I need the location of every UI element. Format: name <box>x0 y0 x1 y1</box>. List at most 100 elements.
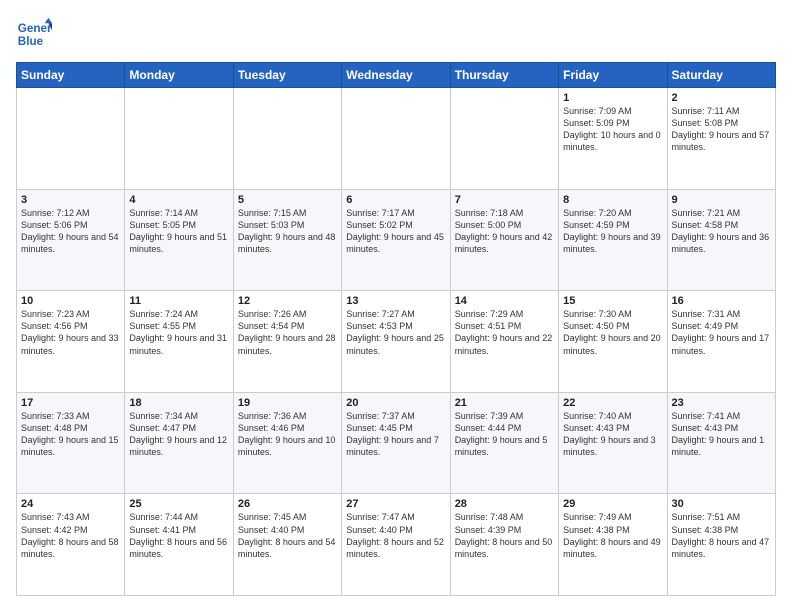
calendar-cell: 21Sunrise: 7:39 AM Sunset: 4:44 PM Dayli… <box>450 392 558 494</box>
calendar-cell: 24Sunrise: 7:43 AM Sunset: 4:42 PM Dayli… <box>17 494 125 596</box>
day-info: Sunrise: 7:31 AM Sunset: 4:49 PM Dayligh… <box>672 308 771 357</box>
day-info: Sunrise: 7:17 AM Sunset: 5:02 PM Dayligh… <box>346 207 445 256</box>
calendar-cell: 14Sunrise: 7:29 AM Sunset: 4:51 PM Dayli… <box>450 291 558 393</box>
day-number: 1 <box>563 92 662 104</box>
day-info: Sunrise: 7:11 AM Sunset: 5:08 PM Dayligh… <box>672 105 771 154</box>
day-info: Sunrise: 7:48 AM Sunset: 4:39 PM Dayligh… <box>455 511 554 560</box>
day-info: Sunrise: 7:21 AM Sunset: 4:58 PM Dayligh… <box>672 207 771 256</box>
calendar-cell <box>450 88 558 190</box>
day-number: 16 <box>672 295 771 307</box>
day-info: Sunrise: 7:39 AM Sunset: 4:44 PM Dayligh… <box>455 410 554 459</box>
calendar-header-thursday: Thursday <box>450 63 558 88</box>
day-number: 29 <box>563 498 662 510</box>
calendar-cell: 28Sunrise: 7:48 AM Sunset: 4:39 PM Dayli… <box>450 494 558 596</box>
day-number: 24 <box>21 498 120 510</box>
svg-text:Blue: Blue <box>18 35 44 48</box>
day-number: 9 <box>672 194 771 206</box>
logo: General Blue <box>16 16 56 52</box>
calendar-week-1: 3Sunrise: 7:12 AM Sunset: 5:06 PM Daylig… <box>17 189 776 291</box>
day-number: 15 <box>563 295 662 307</box>
day-number: 12 <box>238 295 337 307</box>
day-info: Sunrise: 7:12 AM Sunset: 5:06 PM Dayligh… <box>21 207 120 256</box>
svg-text:General: General <box>18 22 52 35</box>
calendar-cell: 15Sunrise: 7:30 AM Sunset: 4:50 PM Dayli… <box>559 291 667 393</box>
day-info: Sunrise: 7:51 AM Sunset: 4:38 PM Dayligh… <box>672 511 771 560</box>
day-number: 27 <box>346 498 445 510</box>
day-number: 10 <box>21 295 120 307</box>
day-info: Sunrise: 7:36 AM Sunset: 4:46 PM Dayligh… <box>238 410 337 459</box>
day-info: Sunrise: 7:18 AM Sunset: 5:00 PM Dayligh… <box>455 207 554 256</box>
day-number: 4 <box>129 194 228 206</box>
calendar-cell <box>17 88 125 190</box>
calendar-cell: 9Sunrise: 7:21 AM Sunset: 4:58 PM Daylig… <box>667 189 775 291</box>
day-number: 2 <box>672 92 771 104</box>
calendar-cell: 16Sunrise: 7:31 AM Sunset: 4:49 PM Dayli… <box>667 291 775 393</box>
calendar-cell: 25Sunrise: 7:44 AM Sunset: 4:41 PM Dayli… <box>125 494 233 596</box>
page: General Blue SundayMondayTuesdayWednesda… <box>0 0 792 612</box>
day-info: Sunrise: 7:14 AM Sunset: 5:05 PM Dayligh… <box>129 207 228 256</box>
day-info: Sunrise: 7:33 AM Sunset: 4:48 PM Dayligh… <box>21 410 120 459</box>
day-info: Sunrise: 7:37 AM Sunset: 4:45 PM Dayligh… <box>346 410 445 459</box>
day-number: 14 <box>455 295 554 307</box>
calendar-header-sunday: Sunday <box>17 63 125 88</box>
calendar-cell: 5Sunrise: 7:15 AM Sunset: 5:03 PM Daylig… <box>233 189 341 291</box>
day-info: Sunrise: 7:23 AM Sunset: 4:56 PM Dayligh… <box>21 308 120 357</box>
day-info: Sunrise: 7:47 AM Sunset: 4:40 PM Dayligh… <box>346 511 445 560</box>
day-info: Sunrise: 7:44 AM Sunset: 4:41 PM Dayligh… <box>129 511 228 560</box>
calendar-cell <box>125 88 233 190</box>
day-number: 30 <box>672 498 771 510</box>
calendar: SundayMondayTuesdayWednesdayThursdayFrid… <box>16 62 776 596</box>
calendar-cell: 10Sunrise: 7:23 AM Sunset: 4:56 PM Dayli… <box>17 291 125 393</box>
calendar-cell: 11Sunrise: 7:24 AM Sunset: 4:55 PM Dayli… <box>125 291 233 393</box>
calendar-header-row: SundayMondayTuesdayWednesdayThursdayFrid… <box>17 63 776 88</box>
day-number: 7 <box>455 194 554 206</box>
calendar-cell: 29Sunrise: 7:49 AM Sunset: 4:38 PM Dayli… <box>559 494 667 596</box>
calendar-cell: 4Sunrise: 7:14 AM Sunset: 5:05 PM Daylig… <box>125 189 233 291</box>
calendar-cell: 2Sunrise: 7:11 AM Sunset: 5:08 PM Daylig… <box>667 88 775 190</box>
day-info: Sunrise: 7:45 AM Sunset: 4:40 PM Dayligh… <box>238 511 337 560</box>
day-number: 25 <box>129 498 228 510</box>
day-info: Sunrise: 7:27 AM Sunset: 4:53 PM Dayligh… <box>346 308 445 357</box>
calendar-header-saturday: Saturday <box>667 63 775 88</box>
calendar-header-wednesday: Wednesday <box>342 63 450 88</box>
calendar-cell: 18Sunrise: 7:34 AM Sunset: 4:47 PM Dayli… <box>125 392 233 494</box>
calendar-cell: 27Sunrise: 7:47 AM Sunset: 4:40 PM Dayli… <box>342 494 450 596</box>
day-number: 18 <box>129 397 228 409</box>
day-info: Sunrise: 7:43 AM Sunset: 4:42 PM Dayligh… <box>21 511 120 560</box>
calendar-cell: 20Sunrise: 7:37 AM Sunset: 4:45 PM Dayli… <box>342 392 450 494</box>
calendar-cell: 13Sunrise: 7:27 AM Sunset: 4:53 PM Dayli… <box>342 291 450 393</box>
header: General Blue <box>16 16 776 52</box>
calendar-cell: 7Sunrise: 7:18 AM Sunset: 5:00 PM Daylig… <box>450 189 558 291</box>
calendar-cell: 23Sunrise: 7:41 AM Sunset: 4:43 PM Dayli… <box>667 392 775 494</box>
day-info: Sunrise: 7:29 AM Sunset: 4:51 PM Dayligh… <box>455 308 554 357</box>
calendar-cell: 6Sunrise: 7:17 AM Sunset: 5:02 PM Daylig… <box>342 189 450 291</box>
calendar-cell: 3Sunrise: 7:12 AM Sunset: 5:06 PM Daylig… <box>17 189 125 291</box>
calendar-week-3: 17Sunrise: 7:33 AM Sunset: 4:48 PM Dayli… <box>17 392 776 494</box>
day-info: Sunrise: 7:34 AM Sunset: 4:47 PM Dayligh… <box>129 410 228 459</box>
day-number: 8 <box>563 194 662 206</box>
calendar-cell <box>342 88 450 190</box>
day-number: 13 <box>346 295 445 307</box>
day-number: 20 <box>346 397 445 409</box>
day-info: Sunrise: 7:40 AM Sunset: 4:43 PM Dayligh… <box>563 410 662 459</box>
day-info: Sunrise: 7:15 AM Sunset: 5:03 PM Dayligh… <box>238 207 337 256</box>
day-info: Sunrise: 7:09 AM Sunset: 5:09 PM Dayligh… <box>563 105 662 154</box>
day-number: 23 <box>672 397 771 409</box>
day-number: 28 <box>455 498 554 510</box>
day-number: 19 <box>238 397 337 409</box>
day-info: Sunrise: 7:41 AM Sunset: 4:43 PM Dayligh… <box>672 410 771 459</box>
day-number: 26 <box>238 498 337 510</box>
day-number: 11 <box>129 295 228 307</box>
day-number: 6 <box>346 194 445 206</box>
calendar-cell: 26Sunrise: 7:45 AM Sunset: 4:40 PM Dayli… <box>233 494 341 596</box>
calendar-week-4: 24Sunrise: 7:43 AM Sunset: 4:42 PM Dayli… <box>17 494 776 596</box>
day-number: 17 <box>21 397 120 409</box>
day-number: 21 <box>455 397 554 409</box>
calendar-cell: 17Sunrise: 7:33 AM Sunset: 4:48 PM Dayli… <box>17 392 125 494</box>
calendar-header-monday: Monday <box>125 63 233 88</box>
calendar-header-friday: Friday <box>559 63 667 88</box>
calendar-cell: 30Sunrise: 7:51 AM Sunset: 4:38 PM Dayli… <box>667 494 775 596</box>
day-number: 22 <box>563 397 662 409</box>
calendar-cell: 22Sunrise: 7:40 AM Sunset: 4:43 PM Dayli… <box>559 392 667 494</box>
calendar-week-0: 1Sunrise: 7:09 AM Sunset: 5:09 PM Daylig… <box>17 88 776 190</box>
